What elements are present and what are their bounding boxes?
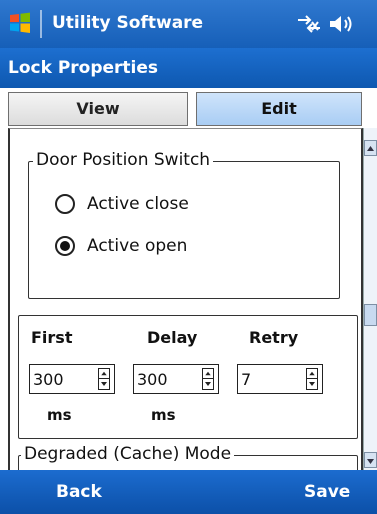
degraded-mode-group: Degraded (Cache) Mode bbox=[18, 444, 358, 470]
radio-active-open[interactable]: Active open bbox=[55, 236, 187, 256]
first-input[interactable] bbox=[30, 366, 68, 392]
spin-up-icon[interactable] bbox=[307, 369, 317, 379]
spin-down-icon[interactable] bbox=[307, 379, 317, 389]
spin-up-icon[interactable] bbox=[99, 369, 109, 379]
scroll-down-button[interactable] bbox=[364, 452, 377, 468]
first-label: First bbox=[31, 328, 73, 347]
tab-edit[interactable]: Edit bbox=[196, 92, 362, 126]
back-button[interactable]: Back bbox=[56, 482, 102, 502]
first-stepper[interactable] bbox=[29, 364, 115, 394]
content-panel: Door Position Switch Active close Active… bbox=[8, 128, 363, 470]
spin-up-icon[interactable] bbox=[203, 369, 213, 379]
scroll-thumb[interactable] bbox=[364, 304, 377, 326]
radio-label: Active open bbox=[87, 236, 188, 256]
radio-button[interactable] bbox=[55, 194, 75, 214]
spin-buttons[interactable] bbox=[202, 368, 214, 390]
tab-view[interactable]: View bbox=[8, 92, 188, 126]
volume-icon[interactable] bbox=[328, 14, 356, 34]
delay-label: Delay bbox=[147, 328, 198, 347]
app-title: Utility Software bbox=[52, 13, 204, 33]
retry-input[interactable] bbox=[238, 366, 276, 392]
spin-buttons[interactable] bbox=[98, 368, 110, 390]
title-separator bbox=[40, 10, 42, 38]
radio-button-checked[interactable] bbox=[55, 236, 75, 256]
delay-input[interactable] bbox=[134, 366, 172, 392]
retry-stepper[interactable] bbox=[237, 364, 323, 394]
radio-active-close[interactable]: Active close bbox=[55, 194, 189, 214]
door-position-group: Door Position Switch Active close Active… bbox=[28, 150, 340, 299]
delay-stepper[interactable] bbox=[133, 364, 219, 394]
scroll-down-icon bbox=[367, 459, 374, 464]
status-icons[interactable] bbox=[290, 12, 370, 36]
spin-down-icon[interactable] bbox=[99, 379, 109, 389]
retry-label: Retry bbox=[249, 328, 299, 347]
softkey-bar: Back Save bbox=[0, 470, 377, 514]
title-bar: Utility Software bbox=[0, 0, 377, 48]
scroll-up-button[interactable] bbox=[364, 140, 377, 156]
save-button[interactable]: Save bbox=[304, 482, 350, 502]
page-title: Lock Properties bbox=[8, 58, 159, 78]
spin-buttons[interactable] bbox=[306, 368, 318, 390]
door-position-legend: Door Position Switch bbox=[33, 150, 214, 170]
timing-group: First Delay Retry ms ms bbox=[18, 315, 358, 439]
connectivity-icon[interactable] bbox=[296, 14, 322, 34]
degraded-mode-legend: Degraded (Cache) Mode bbox=[21, 444, 235, 464]
spin-down-icon[interactable] bbox=[203, 379, 213, 389]
delay-unit: ms bbox=[151, 406, 176, 424]
windows-logo-icon[interactable] bbox=[8, 11, 32, 35]
tab-strip: View Edit bbox=[0, 88, 377, 128]
header-band: Lock Properties bbox=[0, 48, 377, 88]
first-unit: ms bbox=[47, 406, 72, 424]
vertical-scrollbar[interactable] bbox=[363, 128, 377, 470]
radio-label: Active close bbox=[87, 194, 189, 214]
scroll-up-icon bbox=[367, 146, 374, 151]
